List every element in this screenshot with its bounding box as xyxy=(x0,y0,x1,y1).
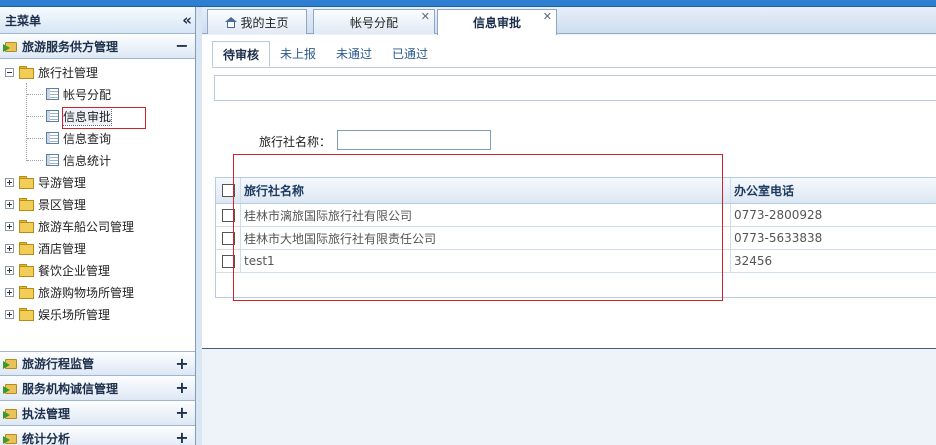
tab-label: 帐号分配 xyxy=(349,15,398,30)
collapse-sidebar-icon[interactable]: « xyxy=(182,11,192,29)
folder-icon xyxy=(19,176,34,189)
arrow-folder-icon xyxy=(3,407,18,420)
tab-strip: 我的主页 帐号分配 ✕ 信息审批 ✕ xyxy=(202,7,936,35)
close-icon[interactable]: ✕ xyxy=(421,11,430,22)
tab-label: 我的主页 xyxy=(240,15,289,30)
tab-home[interactable]: 我的主页 xyxy=(207,9,307,34)
section-label: 服务机构诚信管理 xyxy=(22,381,119,396)
search-label: 旅行社名称： xyxy=(259,135,332,149)
divider xyxy=(212,67,936,68)
subtab-not-reported[interactable]: 未上报 xyxy=(270,41,326,67)
expand-node-icon[interactable] xyxy=(5,177,14,187)
tree-item-label: 景区管理 xyxy=(38,197,87,212)
folder-icon xyxy=(19,286,34,299)
section-toggle-icon[interactable]: + xyxy=(175,380,189,396)
status-subtabs: 待审核 未上报 未通过 已通过 xyxy=(212,41,438,67)
cell-phone: 0773-2800928 xyxy=(734,208,823,222)
tree-item-label: 帐号分配 xyxy=(63,87,112,102)
tree-item-label: 信息查询 xyxy=(63,131,112,146)
folder-icon xyxy=(19,308,34,321)
section-credit[interactable]: 服务机构诚信管理 + xyxy=(0,376,195,401)
section-label: 旅游服务供方管理 xyxy=(22,39,119,54)
top-bar xyxy=(0,0,936,7)
tree-item-info-query[interactable]: 信息查询 xyxy=(0,127,195,149)
document-icon xyxy=(46,110,59,122)
section-label: 执法管理 xyxy=(22,406,71,421)
section-toggle-icon[interactable]: − xyxy=(175,38,189,54)
document-icon xyxy=(46,132,59,144)
subtab-pending[interactable]: 待审核 xyxy=(212,41,271,67)
document-icon xyxy=(46,154,59,166)
section-service-supplier[interactable]: 旅游服务供方管理 − xyxy=(0,34,195,59)
tree-item-shopping[interactable]: 旅游购物场所管理 xyxy=(0,281,195,303)
expand-node-icon[interactable] xyxy=(5,265,14,275)
tree-item-guide[interactable]: 导游管理 xyxy=(0,171,195,193)
annotation-highlight-box xyxy=(62,107,146,129)
tree-item-label: 导游管理 xyxy=(38,175,87,190)
tree-item-label: 旅游车船公司管理 xyxy=(38,219,135,234)
tree-item-label: 餐饮企业管理 xyxy=(38,263,111,278)
agency-name-input[interactable] xyxy=(337,130,491,150)
menu-tree: 旅行社管理 帐号分配 信息审批 信息查询 信息统计 导游管理 景区管理 旅游车船… xyxy=(0,59,195,351)
expand-node-icon[interactable] xyxy=(5,199,14,209)
subtab-rejected[interactable]: 未通过 xyxy=(326,41,382,67)
section-statistics[interactable]: 统计分析 + xyxy=(0,426,195,445)
folder-icon xyxy=(19,264,34,277)
column-header-phone[interactable]: 办公室电话 xyxy=(731,182,936,199)
close-icon[interactable]: ✕ xyxy=(543,11,552,22)
tab-label: 信息审批 xyxy=(472,16,521,30)
arrow-folder-icon xyxy=(3,382,18,395)
annotation-highlight-box xyxy=(233,154,723,301)
expand-node-icon[interactable] xyxy=(5,221,14,231)
expand-node-icon[interactable] xyxy=(5,309,14,319)
folder-icon xyxy=(19,66,34,79)
toolbar xyxy=(214,75,936,101)
tree-item-info-stats[interactable]: 信息统计 xyxy=(0,149,195,171)
tree-item-travel-agency[interactable]: 旅行社管理 xyxy=(0,61,195,83)
tree-item-transport[interactable]: 旅游车船公司管理 xyxy=(0,215,195,237)
section-toggle-icon[interactable]: + xyxy=(175,405,189,421)
section-enforcement[interactable]: 执法管理 + xyxy=(0,401,195,426)
folder-icon xyxy=(19,198,34,211)
section-toggle-icon[interactable]: + xyxy=(175,430,189,445)
tab-account-assign[interactable]: 帐号分配 ✕ xyxy=(313,9,435,34)
tree-item-account-assign[interactable]: 帐号分配 xyxy=(0,83,195,105)
tree-item-catering[interactable]: 餐饮企业管理 xyxy=(0,259,195,281)
section-label: 旅游行程监管 xyxy=(22,357,95,371)
folder-icon xyxy=(19,242,34,255)
expand-node-icon[interactable] xyxy=(5,243,14,253)
section-label: 统计分析 xyxy=(22,431,71,445)
tree-item-label: 信息统计 xyxy=(63,153,112,168)
subtab-approved[interactable]: 已通过 xyxy=(382,41,438,67)
tab-info-approval[interactable]: 信息审批 ✕ xyxy=(437,9,557,35)
tree-item-label: 旅行社管理 xyxy=(38,65,99,80)
sidebar: 主菜单 « 旅游服务供方管理 − 旅行社管理 帐号分配 信息审批 信息查询 信息… xyxy=(0,7,196,445)
tree-item-hotel[interactable]: 酒店管理 xyxy=(0,237,195,259)
sidebar-title: 主菜单 xyxy=(5,13,42,28)
document-icon xyxy=(46,88,59,100)
sidebar-header: 主菜单 « xyxy=(0,7,195,34)
tree-item-entertainment[interactable]: 娱乐场所管理 xyxy=(0,303,195,325)
tree-item-label: 酒店管理 xyxy=(38,241,87,256)
arrow-folder-icon xyxy=(3,432,18,445)
main-area: 我的主页 帐号分配 ✕ 信息审批 ✕ 待审核 未上报 未通过 已通过 旅行社名称… xyxy=(202,7,936,445)
arrow-folder-icon xyxy=(3,357,18,370)
content-panel: 待审核 未上报 未通过 已通过 旅行社名称： 旅行社名称 办公室电话 桂林市漓旅… xyxy=(202,35,936,349)
cell-phone: 0773-5633838 xyxy=(734,231,823,245)
collapse-node-icon[interactable] xyxy=(5,67,14,77)
tree-item-label: 娱乐场所管理 xyxy=(38,307,111,322)
section-itinerary[interactable]: 旅游行程监管 + xyxy=(0,351,195,376)
home-icon xyxy=(225,16,238,28)
folder-icon xyxy=(19,220,34,233)
cell-phone: 32456 xyxy=(734,254,773,268)
tree-item-scenic[interactable]: 景区管理 xyxy=(0,193,195,215)
tree-item-label: 旅游购物场所管理 xyxy=(38,285,135,300)
section-toggle-icon[interactable]: + xyxy=(175,355,189,372)
expand-node-icon[interactable] xyxy=(5,287,14,297)
arrow-folder-icon xyxy=(3,40,18,53)
